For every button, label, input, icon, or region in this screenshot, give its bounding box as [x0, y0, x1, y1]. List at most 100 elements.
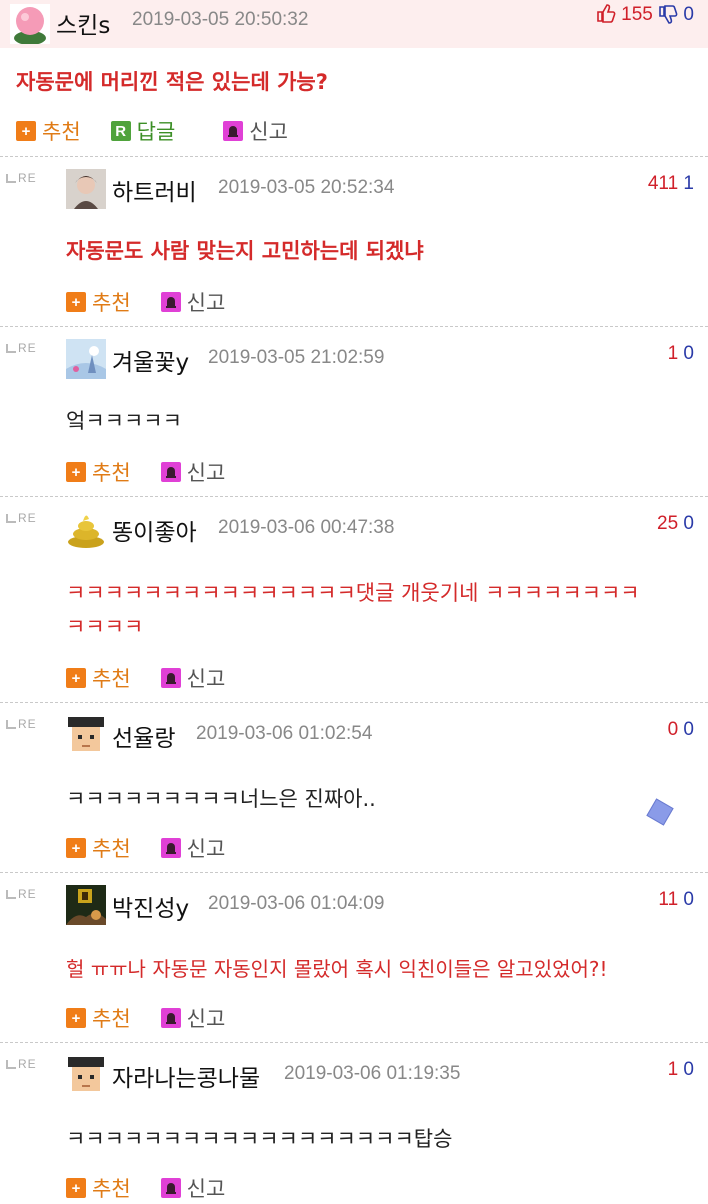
downvote-count: 0 [683, 4, 694, 25]
recommend-button[interactable]: + 추천 [66, 1173, 131, 1203]
reply-label: 답글 [136, 120, 176, 144]
report-label: 신고 [249, 120, 288, 144]
avatar[interactable] [66, 169, 106, 209]
comment-actions: + 추천 R 답글 신고 [16, 116, 318, 146]
peach-avatar-icon [10, 4, 50, 45]
upvote-count: 11 [658, 889, 679, 910]
comment-content: ㅋㅋㅋㅋㅋㅋㅋㅋㅋ너느은 진짜아.. [66, 787, 376, 811]
comment-actions: + 추천 신고 [66, 287, 255, 317]
comment-actions: + 추천 신고 [66, 663, 255, 693]
report-button[interactable]: 신고 [160, 663, 226, 693]
recommend-button[interactable]: + 추천 [66, 287, 131, 317]
post-time: 2019-03-06 01:04:09 [208, 893, 385, 914]
vote-counts: 411 1 [648, 173, 694, 195]
siren-icon [160, 1178, 181, 1198]
comment-actions: + 추천 신고 [66, 1003, 255, 1033]
reply-item: RE 하트러비 2019-03-05 20:52:34 411 1 자동문도 사… [0, 156, 708, 326]
report-button[interactable]: 신고 [160, 1173, 226, 1203]
photo-avatar-icon [66, 169, 106, 209]
reply-indicator: RE [6, 1057, 37, 1071]
pixel-face-avatar-icon [66, 1055, 106, 1095]
recommend-button[interactable]: + 추천 [66, 663, 131, 693]
avatar[interactable] [66, 715, 106, 755]
report-label: 신고 [186, 667, 226, 691]
plus-icon: + [66, 462, 86, 482]
pixel-face-avatar-icon [66, 715, 106, 755]
upvote-count: 1 [667, 1059, 679, 1080]
vote-counts: 11 0 [658, 889, 694, 911]
poop-avatar-icon [66, 509, 106, 549]
author-nickname[interactable]: 선율랑 [112, 719, 175, 753]
author-nickname[interactable]: 스킨s [56, 6, 110, 40]
report-button[interactable]: 신고 [160, 457, 226, 487]
downvote-count: 0 [683, 889, 694, 910]
report-button[interactable]: 신고 [160, 1003, 226, 1033]
report-label: 신고 [186, 291, 226, 315]
report-label: 신고 [186, 461, 226, 485]
post-time: 2019-03-06 01:02:54 [196, 723, 373, 744]
comment-content: 헐 ㅠㅠ나 자동문 자동인지 몰랐어 혹시 익친이들은 알고있었어?! [66, 957, 608, 981]
vote-counts: 25 0 [657, 513, 694, 535]
comment-content-line2: ㅋㅋㅋㅋ [66, 615, 144, 639]
post-time: 2019-03-05 20:50:32 [132, 9, 309, 30]
recommend-label: 추천 [92, 837, 131, 861]
report-button[interactable]: 신고 [223, 116, 288, 146]
reply-button[interactable]: R 답글 [110, 116, 176, 146]
avatar[interactable] [10, 4, 50, 45]
vote-counts: 1 0 [668, 1059, 694, 1081]
reply-indicator: RE [6, 511, 37, 525]
reply-item: RE 겨울꽃y 2019-03-05 21:02:59 1 0 엌ㅋㅋㅋㅋㅋ +… [0, 326, 708, 496]
avatar[interactable] [66, 339, 106, 379]
plus-icon: + [16, 121, 36, 141]
recommend-label: 추천 [92, 1007, 131, 1031]
thumbs-up-icon[interactable] [596, 3, 616, 23]
downvote-count: 1 [683, 173, 694, 194]
comment-content: 자동문에 머리낀 적은 있는데 가능? [16, 70, 328, 94]
avatar[interactable] [66, 509, 106, 549]
plus-icon: + [66, 1008, 86, 1028]
recommend-button[interactable]: + 추천 [66, 833, 131, 863]
recommend-label: 추천 [92, 667, 131, 691]
plus-icon: + [66, 292, 86, 312]
downvote-count: 0 [683, 343, 694, 364]
author-nickname[interactable]: 하트러비 [112, 173, 197, 207]
siren-icon [160, 462, 181, 482]
recommend-label: 추천 [42, 120, 81, 144]
author-nickname[interactable]: 겨울꽃y [112, 343, 189, 377]
winter-flower-avatar-icon [66, 339, 106, 379]
comment-content: 자동문도 사람 맞는지 고민하는데 되겠냐 [66, 239, 424, 263]
report-label: 신고 [186, 1007, 226, 1031]
comment-actions: + 추천 신고 [66, 833, 255, 863]
reply-indicator: RE [6, 717, 37, 731]
report-button[interactable]: 신고 [160, 287, 226, 317]
avatar[interactable] [66, 885, 106, 925]
author-nickname[interactable]: 박진성y [112, 889, 189, 923]
reply-item: RE 선율랑 2019-03-06 01:02:54 0 0 ㅋㅋㅋㅋㅋㅋㅋㅋㅋ… [0, 702, 708, 872]
recommend-button[interactable]: + 추천 [16, 116, 81, 146]
downvote-count: 0 [683, 513, 694, 534]
downvote-count: 0 [683, 1059, 694, 1080]
report-button[interactable]: 신고 [160, 833, 225, 863]
comment-actions: + 추천 신고 [66, 457, 255, 487]
recommend-button[interactable]: + 추천 [66, 1003, 131, 1033]
post-time: 2019-03-06 01:19:35 [284, 1063, 461, 1084]
recommend-label: 추천 [92, 461, 131, 485]
post-time: 2019-03-06 00:47:38 [218, 517, 395, 538]
upvote-count: 411 [647, 173, 679, 194]
reply-indicator: RE [6, 171, 37, 185]
author-nickname[interactable]: 자라나는콩나물 [112, 1059, 260, 1093]
comment-content: ㅋㅋㅋㅋㅋㅋㅋㅋㅋㅋㅋㅋㅋㅋㅋ댓글 개웃기네 ㅋㅋㅋㅋㅋㅋㅋㅋ [66, 581, 640, 605]
author-nickname[interactable]: 똥이좋아 [112, 513, 197, 547]
avatar[interactable] [66, 1055, 106, 1095]
siren-icon [160, 1008, 181, 1028]
dark-scene-avatar-icon [66, 885, 106, 925]
reply-item: RE 똥이좋아 2019-03-06 00:47:38 25 0 ㅋㅋㅋㅋㅋㅋㅋ… [0, 496, 708, 702]
siren-icon [160, 292, 181, 312]
downvote-count: 0 [683, 719, 694, 740]
reply-item: RE 자라나는콩나물 2019-03-06 01:19:35 1 0 ㅋㅋㅋㅋㅋ… [0, 1042, 708, 1204]
post-time: 2019-03-05 21:02:59 [208, 347, 385, 368]
recommend-button[interactable]: + 추천 [66, 457, 131, 487]
plus-icon: + [66, 668, 86, 688]
thumbs-down-icon[interactable] [658, 5, 678, 25]
report-label: 신고 [186, 1177, 226, 1201]
